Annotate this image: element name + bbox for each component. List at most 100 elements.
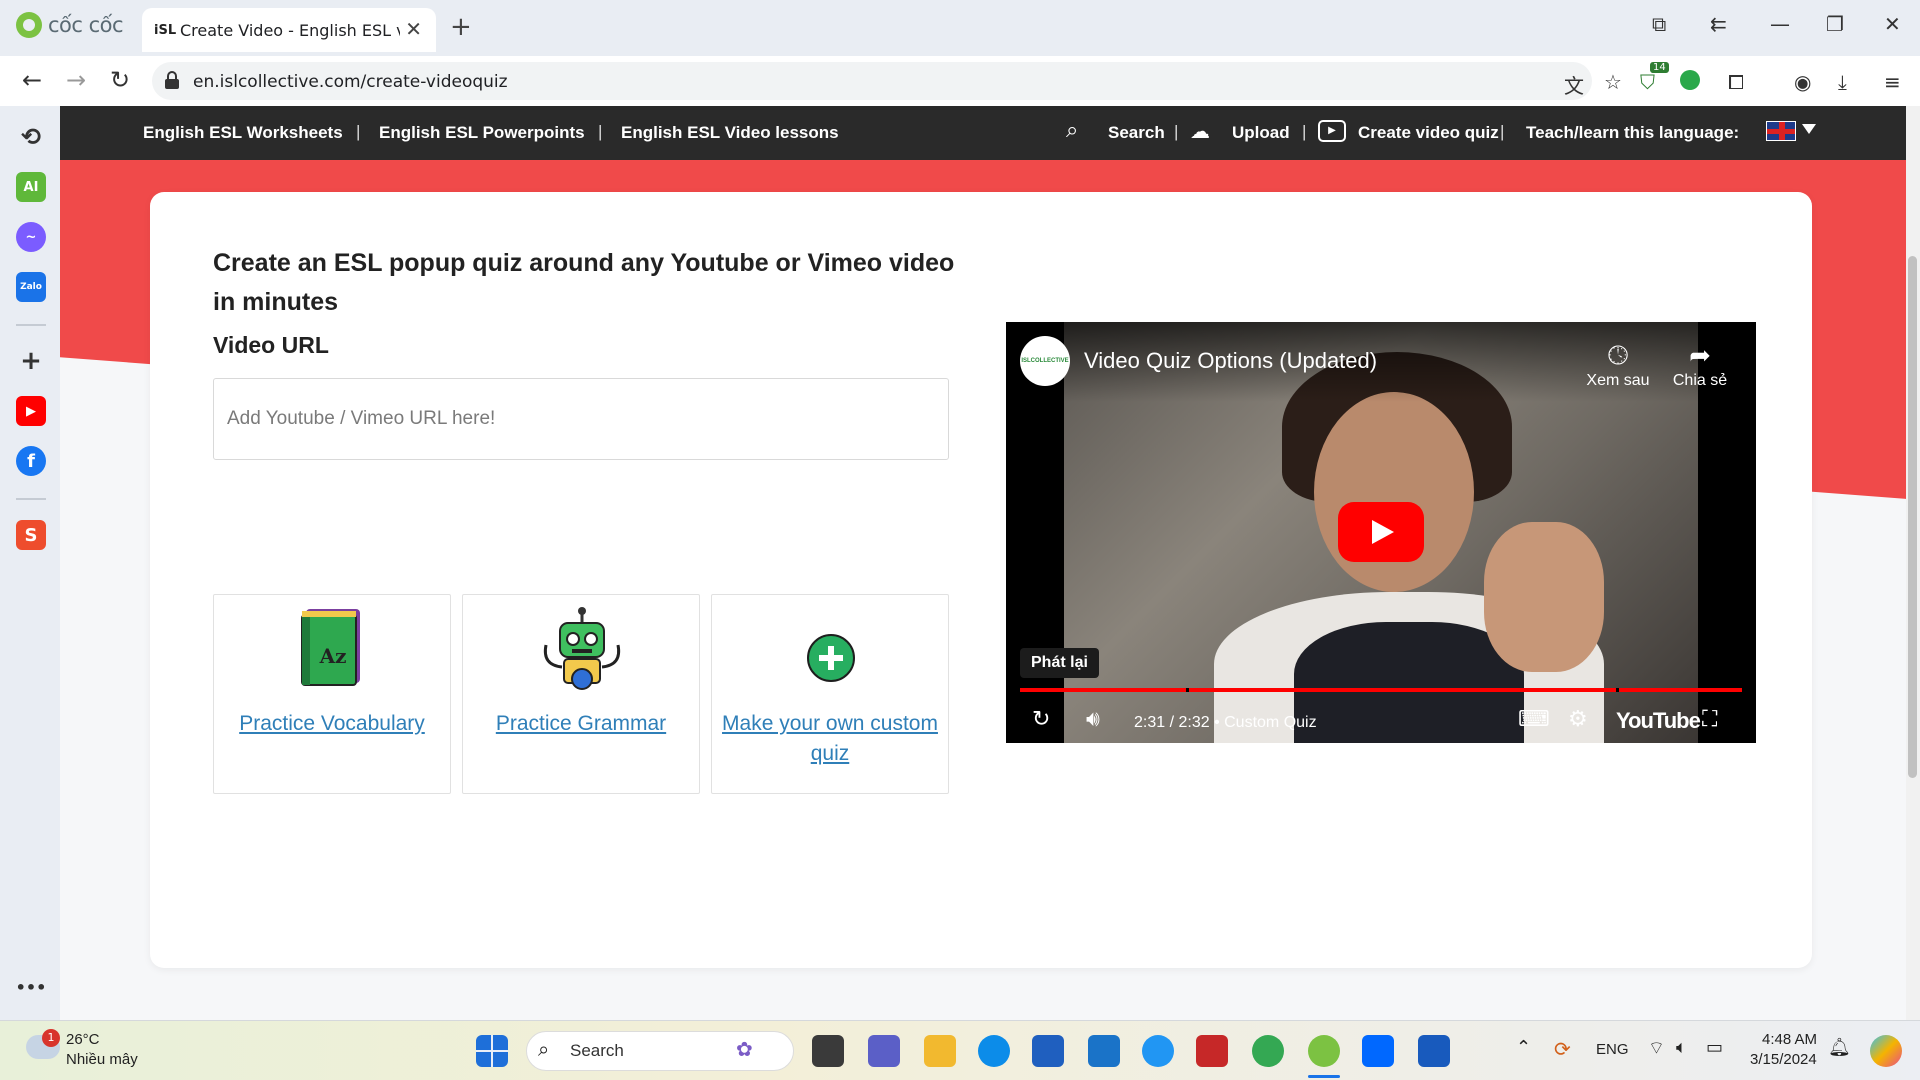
nav-upload[interactable]: Upload — [1232, 123, 1290, 143]
minimize-icon[interactable]: — — [1770, 12, 1790, 36]
nav-search[interactable]: Search — [1108, 123, 1165, 143]
clock-time[interactable]: 4:48 AM — [1762, 1031, 1817, 1048]
translate-icon[interactable]: 文 — [1564, 70, 1584, 99]
active-tab[interactable]: iSL Create Video - English ESL video ✕ — [142, 8, 436, 52]
nav-create-video-quiz[interactable]: Create video quiz — [1358, 123, 1499, 143]
search-icon[interactable]: ⌕ — [1066, 118, 1078, 143]
language-indicator[interactable]: ENG — [1596, 1041, 1629, 1058]
volume-icon[interactable]: 🔊︎ — [1086, 706, 1100, 732]
chevron-down-icon[interactable] — [1802, 124, 1816, 134]
practice-vocabulary-link[interactable]: Practice Vocabulary — [214, 709, 450, 739]
tab-search-icon[interactable]: ⧉ — [1652, 12, 1666, 36]
custom-quiz-card[interactable]: Make your own custom quiz — [711, 594, 949, 794]
uk-flag-icon[interactable] — [1766, 121, 1796, 141]
download-helper-icon[interactable] — [1680, 70, 1700, 90]
nav-teach-learn[interactable]: Teach/learn this language: — [1526, 123, 1739, 143]
youtube-play-button[interactable] — [1338, 502, 1424, 562]
reload-icon[interactable]: ↻ — [110, 66, 130, 94]
url-text[interactable]: en.islcollective.com/create-videoquiz — [193, 72, 508, 92]
browser-sidebar: ⟲ AI ~ Zalo + ▶ f S ••• — [0, 106, 60, 1020]
edge-icon[interactable] — [978, 1035, 1010, 1067]
downloads-icon[interactable]: ⤓ — [1838, 70, 1847, 94]
word-icon[interactable] — [1418, 1035, 1450, 1067]
windows-taskbar: 1 26°C Nhiều mây ⌕ Search ✿ ⌃ ⟳ ENG ⌔ 🔈︎… — [0, 1020, 1920, 1080]
settings-gear-icon[interactable]: ⚙ — [1568, 706, 1588, 732]
microsoft-store-icon[interactable] — [1032, 1035, 1064, 1067]
history-icon[interactable]: ⟲ — [16, 122, 46, 152]
upload-cloud-icon[interactable]: ☁ — [1190, 119, 1210, 143]
windows-start-icon[interactable] — [476, 1035, 508, 1067]
custom-quiz-link[interactable]: Make your own custom quiz — [712, 709, 948, 769]
profile-icon[interactable]: ◉ — [1794, 70, 1811, 94]
myhp-icon[interactable] — [1088, 1035, 1120, 1067]
subtitles-icon[interactable]: ⌨ — [1518, 706, 1550, 732]
video-url-input[interactable] — [213, 378, 949, 460]
plus-icon[interactable]: + — [16, 346, 46, 376]
channel-logo[interactable]: ISLCOLLECTIVE — [1020, 336, 1070, 386]
messenger-icon[interactable]: ~ — [16, 222, 46, 252]
progress-bar[interactable] — [1020, 688, 1742, 692]
menu-icon[interactable]: ≡ — [1884, 70, 1901, 94]
youtube-logo[interactable]: YouTube — [1616, 708, 1701, 734]
watch-later-button[interactable]: 🕓︎ Xem sau — [1578, 338, 1658, 390]
extensions-puzzle-icon[interactable]: ⧠ — [1728, 70, 1744, 94]
shopee-icon[interactable]: S — [16, 520, 46, 550]
nav-separator: | — [1174, 122, 1179, 141]
practice-grammar-link[interactable]: Practice Grammar — [463, 709, 699, 739]
replay-icon[interactable]: ↻ — [1032, 706, 1050, 732]
web-page: English ESL Worksheets | English ESL Pow… — [60, 106, 1920, 1020]
youtube-icon[interactable]: ▶ — [16, 396, 46, 426]
chapter-text[interactable]: • Custom Quiz — [1214, 714, 1317, 731]
lock-icon[interactable] — [165, 71, 179, 89]
facebook-icon[interactable]: f — [16, 446, 46, 476]
weather-description[interactable]: Nhiều mây — [66, 1051, 138, 1068]
clock-date[interactable]: 3/15/2024 — [1750, 1051, 1817, 1068]
copilot-icon[interactable] — [1870, 1035, 1902, 1067]
watch-later-label: Xem sau — [1586, 372, 1650, 389]
taskbar-search-box[interactable] — [526, 1031, 794, 1071]
adblock-shield-icon[interactable]: ⛉ — [1640, 70, 1655, 94]
video-title[interactable]: Video Quiz Options (Updated) — [1084, 348, 1377, 374]
nav-link-powerpoints[interactable]: English ESL Powerpoints — [379, 123, 585, 143]
ai-icon[interactable]: AI — [16, 172, 46, 202]
practice-vocabulary-card[interactable]: Az Practice Vocabulary — [213, 594, 451, 794]
video-play-icon[interactable]: ▶ — [1318, 120, 1346, 142]
mcafee-icon[interactable] — [1196, 1035, 1228, 1067]
tab-close-icon[interactable]: ✕ — [405, 17, 422, 41]
zalo-taskbar-icon[interactable] — [1362, 1035, 1394, 1067]
practice-grammar-card[interactable]: Practice Grammar — [462, 594, 700, 794]
bookmark-star-icon[interactable]: ☆ — [1604, 70, 1622, 94]
forward-arrow-icon[interactable]: → — [66, 66, 86, 94]
site-top-nav: English ESL Worksheets | English ESL Pow… — [60, 106, 1920, 160]
nav-link-video-lessons[interactable]: English ESL Video lessons — [621, 123, 839, 143]
scrollbar-thumb[interactable] — [1908, 256, 1917, 778]
teams-icon[interactable] — [868, 1035, 900, 1067]
zalo-icon[interactable]: Zalo — [16, 272, 46, 302]
taskbar-search-label: Search — [570, 1041, 624, 1060]
more-icon[interactable]: ••• — [16, 972, 47, 1002]
nav-separator: | — [1500, 122, 1505, 141]
active-app-indicator — [1308, 1075, 1340, 1078]
temperature[interactable]: 26°C — [66, 1031, 100, 1048]
back-arrow-icon[interactable]: ← — [22, 66, 42, 94]
maximize-icon[interactable]: ❐ — [1826, 12, 1844, 36]
coccoc-taskbar-icon[interactable] — [1308, 1035, 1340, 1067]
fullscreen-icon[interactable]: ⛶ — [1702, 706, 1717, 732]
new-tab-icon[interactable]: + — [450, 12, 472, 42]
coccoc-logo[interactable]: cốc cốc — [16, 12, 124, 38]
close-window-icon[interactable]: ✕ — [1884, 12, 1901, 36]
chevron-up-icon[interactable]: ⌃ — [1516, 1037, 1531, 1058]
file-explorer-icon[interactable] — [924, 1035, 956, 1067]
share-button[interactable]: ➦ Chia sẻ — [1660, 338, 1740, 390]
battery-icon[interactable]: ▭ — [1706, 1037, 1723, 1058]
task-view-icon[interactable] — [812, 1035, 844, 1067]
notification-bell-icon[interactable]: 🔔︎ — [1828, 1037, 1851, 1058]
sync-icon[interactable]: ⟳ — [1554, 1037, 1571, 1062]
speaker-icon[interactable]: 🔈︎ — [1676, 1037, 1687, 1058]
nav-link-worksheets[interactable]: English ESL Worksheets — [143, 123, 343, 143]
back-tabs-icon[interactable]: ⇇ — [1710, 12, 1727, 36]
get-help-icon[interactable] — [1142, 1035, 1174, 1067]
youtube-player[interactable]: ISLCOLLECTIVE Video Quiz Options (Update… — [1006, 322, 1756, 743]
wifi-icon[interactable]: ⌔ — [1648, 1037, 1665, 1060]
chrome-icon[interactable] — [1252, 1035, 1284, 1067]
